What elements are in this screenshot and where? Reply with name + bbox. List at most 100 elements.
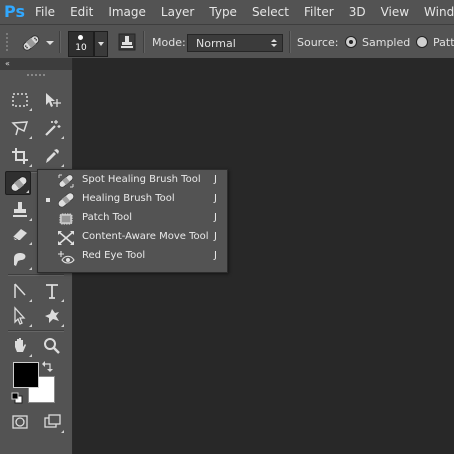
magic-wand-tool[interactable]	[39, 116, 65, 140]
type-tool[interactable]	[39, 279, 65, 303]
smudge-tool[interactable]	[7, 247, 33, 271]
menu-edit[interactable]: Edit	[70, 5, 93, 19]
options-bar-grip[interactable]	[6, 33, 12, 51]
hand-tool[interactable]	[7, 334, 33, 358]
submenu-indicator	[29, 324, 32, 327]
content-aware-move-icon	[57, 230, 75, 246]
separator	[59, 31, 61, 53]
clone-stamp-icon	[118, 33, 136, 51]
source-pattern-radio[interactable]	[416, 36, 428, 48]
tool-preset-picker[interactable]	[20, 34, 42, 52]
crop-icon	[12, 148, 28, 164]
custom-shape-tool[interactable]	[39, 304, 65, 328]
healing-tools-flyout-menu: Spot Healing Brush Tool J Healing Brush …	[37, 169, 228, 273]
menu-layer[interactable]: Layer	[161, 5, 194, 19]
source-sampled-label[interactable]: Sampled	[362, 36, 410, 49]
default-colors-icon[interactable]	[11, 392, 23, 404]
flyout-item-content-aware-move[interactable]: Content-Aware Move Tool J	[38, 228, 227, 247]
screen-mode-button[interactable]	[39, 410, 65, 434]
eraser-tool[interactable]	[7, 222, 33, 246]
tools-panel-header: «	[0, 58, 72, 70]
swap-colors-icon[interactable]	[42, 360, 54, 372]
foreground-color-swatch[interactable]	[13, 362, 39, 388]
menu-view[interactable]: View	[381, 5, 409, 19]
brush-tip-icon	[78, 35, 83, 40]
healing-brush-icon	[57, 192, 75, 208]
submenu-indicator	[61, 430, 64, 433]
menu-bar: Ps File Edit Image Layer Type Select Fil…	[0, 0, 454, 24]
clone-source-panel-button[interactable]	[118, 33, 136, 51]
submenu-indicator	[29, 354, 32, 357]
pen-icon	[14, 283, 26, 298]
submenu-indicator	[29, 108, 32, 111]
collapse-icon[interactable]: «	[5, 59, 10, 68]
options-bar: 10 Mode: Normal Source: Sampled Patte	[0, 24, 454, 60]
tools-divider	[8, 274, 64, 276]
brush-dropdown-arrow[interactable]	[94, 31, 108, 57]
eyedropper-tool[interactable]	[39, 144, 65, 168]
clone-stamp-icon	[13, 202, 27, 217]
flyout-item-red-eye[interactable]: Red Eye Tool J	[38, 247, 227, 266]
quick-mask-icon	[12, 415, 28, 429]
flyout-item-shortcut: J	[214, 174, 217, 185]
spot-healing-brush-icon	[57, 173, 75, 189]
menu-type[interactable]: Type	[209, 5, 237, 19]
submenu-indicator	[61, 299, 64, 302]
menu-image[interactable]: Image	[108, 5, 146, 19]
flyout-item-shortcut: J	[214, 193, 217, 204]
submenu-indicator	[29, 136, 32, 139]
mode-label: Mode:	[152, 36, 186, 49]
flyout-item-label: Healing Brush Tool	[82, 193, 175, 204]
selected-bullet-icon	[46, 198, 50, 202]
submenu-indicator	[61, 136, 64, 139]
source-label: Source:	[297, 36, 339, 49]
clone-stamp-tool[interactable]	[7, 198, 33, 222]
flyout-item-label: Spot Healing Brush Tool	[82, 174, 201, 185]
tool-preset-dropdown-arrow[interactable]	[46, 41, 54, 45]
eraser-icon	[12, 229, 27, 241]
crop-tool[interactable]	[7, 144, 33, 168]
rectangular-marquee-tool[interactable]	[7, 88, 33, 112]
flyout-item-label: Patch Tool	[82, 212, 133, 223]
direct-selection-icon	[14, 306, 26, 325]
submenu-indicator	[61, 324, 64, 327]
marquee-icon	[12, 93, 28, 107]
smudge-icon	[14, 253, 26, 266]
lasso-tool[interactable]	[7, 116, 33, 140]
tools-panel-grip[interactable]	[27, 74, 45, 78]
healing-brush-tool[interactable]	[5, 171, 31, 195]
mode-select[interactable]: Normal	[187, 34, 283, 52]
screen-mode-icon	[44, 414, 61, 428]
tools-divider	[8, 330, 64, 332]
mode-select-value: Normal	[196, 37, 236, 50]
path-selection-tool[interactable]	[7, 279, 33, 303]
move-tool[interactable]	[39, 88, 65, 112]
menu-filter[interactable]: Filter	[304, 5, 334, 19]
move-icon	[46, 93, 61, 107]
flyout-item-patch[interactable]: Patch Tool J	[38, 209, 227, 228]
lasso-icon	[11, 121, 29, 136]
healing-brush-icon	[22, 35, 40, 51]
menu-file[interactable]: File	[35, 5, 55, 19]
quick-mask-button[interactable]	[7, 410, 33, 434]
patch-icon	[57, 211, 75, 227]
menu-select[interactable]: Select	[252, 5, 289, 19]
menu-3d[interactable]: 3D	[349, 5, 366, 19]
flyout-item-label: Content-Aware Move Tool	[82, 231, 209, 242]
menu-window[interactable]: Windo	[424, 5, 454, 19]
source-sampled-radio[interactable]	[345, 36, 357, 48]
submenu-indicator	[29, 242, 32, 245]
hand-icon	[15, 338, 26, 352]
flyout-item-healing-brush[interactable]: Healing Brush Tool J	[38, 190, 227, 209]
submenu-indicator	[29, 218, 32, 221]
separator	[289, 31, 291, 53]
brush-preset-picker[interactable]: 10	[68, 31, 94, 57]
brush-size: 10	[75, 43, 87, 53]
flyout-item-label: Red Eye Tool	[82, 250, 146, 261]
type-icon	[46, 284, 58, 299]
flyout-item-spot-healing-brush[interactable]: Spot Healing Brush Tool J	[38, 171, 227, 190]
zoom-tool[interactable]	[39, 334, 65, 358]
direct-selection-tool[interactable]	[7, 304, 33, 328]
source-pattern-label[interactable]: Patte	[433, 36, 454, 49]
submenu-indicator	[29, 164, 32, 167]
